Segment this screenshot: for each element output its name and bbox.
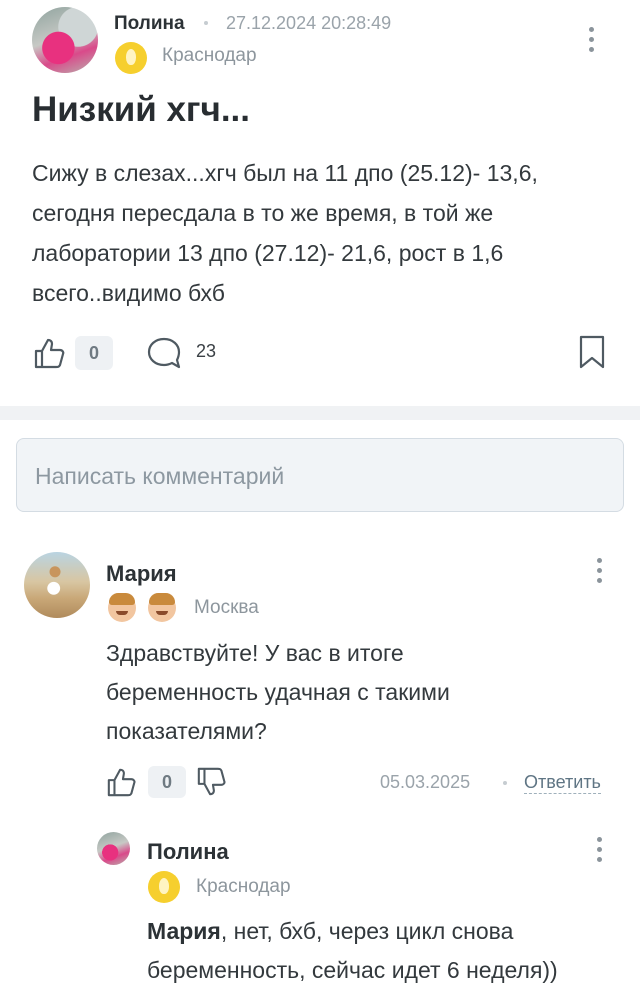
author-avatar[interactable] xyxy=(32,7,98,73)
reply-city: Краснодар xyxy=(196,876,291,897)
meta-separator xyxy=(204,21,208,25)
post-card: Полина 27.12.2024 20:28:49 Краснодар Низ… xyxy=(0,0,640,406)
post-comments-count[interactable]: 23 xyxy=(196,341,216,362)
comment-bubble-icon[interactable] xyxy=(146,336,182,370)
comment-kebab-menu-icon[interactable] xyxy=(597,558,603,588)
section-divider xyxy=(0,406,640,420)
meta-separator xyxy=(503,781,507,785)
post-author-name[interactable]: Полина xyxy=(114,13,185,35)
comment-date: 05.03.2025 xyxy=(380,772,471,792)
post-title: Низкий хгч... xyxy=(32,90,250,129)
post-date: 27.12.2024 20:28:49 xyxy=(226,13,392,33)
yellow-badge-icon xyxy=(148,871,180,903)
mention-link[interactable]: Мария xyxy=(147,918,221,944)
bookmark-icon[interactable] xyxy=(578,334,606,370)
kid-icon xyxy=(108,593,136,622)
comment-city: Москва xyxy=(194,597,259,618)
thumbs-down-icon[interactable] xyxy=(196,766,228,798)
kid-icon xyxy=(148,593,176,622)
comment-like-count: 0 xyxy=(148,766,186,798)
reply-button[interactable]: Ответить xyxy=(524,772,601,794)
thumbs-up-icon[interactable] xyxy=(106,766,138,798)
reply-kebab-menu-icon[interactable] xyxy=(597,837,603,867)
comment-author-name[interactable]: Мария xyxy=(106,561,177,587)
thumbs-up-icon[interactable] xyxy=(33,336,67,370)
post-kebab-menu-icon[interactable] xyxy=(589,27,595,57)
reply-author-avatar[interactable] xyxy=(97,832,130,865)
reply-text: Мария, нет, бхб, через цикл снова береме… xyxy=(147,912,627,990)
commenter-avatar[interactable] xyxy=(24,552,90,618)
post-city: Краснодар xyxy=(162,45,257,66)
post-like-count: 0 xyxy=(75,336,113,370)
reply-author-name[interactable]: Полина xyxy=(147,839,229,865)
comment-input-placeholder: Написать комментарий xyxy=(35,463,285,489)
post-body: Сижу в слезах...хгч был на 11 дпо (25.12… xyxy=(32,160,538,306)
comment-text: Здравствуйте! У вас в итоге беременность… xyxy=(106,640,450,744)
comment-input[interactable]: Написать комментарий xyxy=(16,438,624,512)
yellow-badge-icon xyxy=(115,42,147,74)
